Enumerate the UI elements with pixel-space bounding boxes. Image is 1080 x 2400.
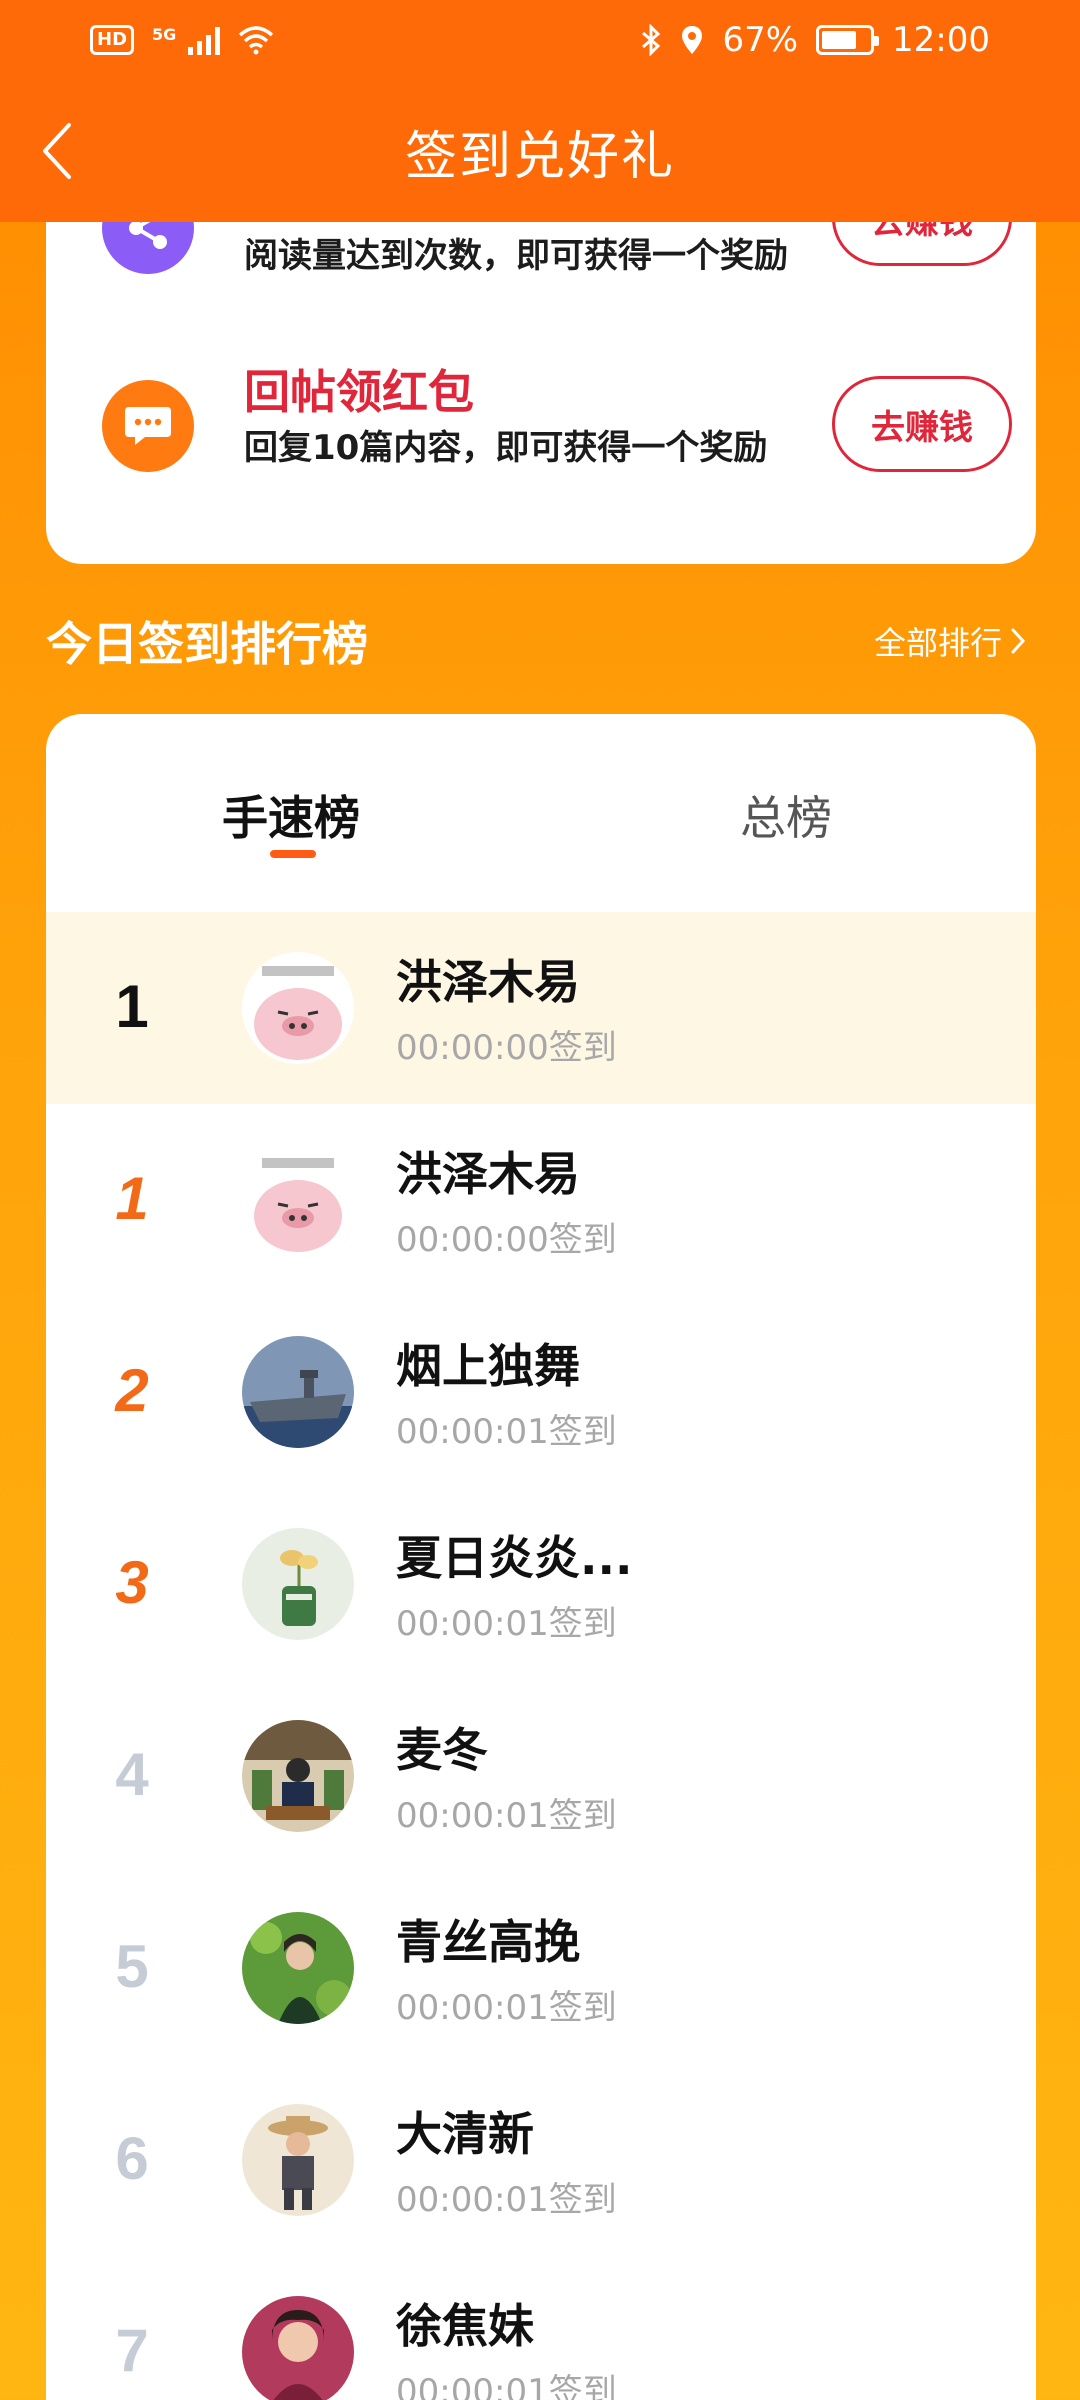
signal-icon [188, 25, 221, 55]
status-left: HD 5G [90, 25, 274, 55]
task-desc: 阅读量达到次数，即可获得一个奖励 [244, 236, 788, 276]
chevron-left-icon [43, 123, 71, 179]
tab-total[interactable]: 总榜 [740, 782, 832, 848]
rank-row[interactable]: 6 大清新 00:00:01签到 [46, 2064, 1036, 2256]
clock: 12:00 [892, 20, 990, 60]
rank-number: 1 [115, 973, 149, 1040]
checkin-time: 00:00:01签到 [396, 2180, 617, 2220]
chat-icon [102, 380, 194, 472]
task-item-reply: 回帖领红包 回复10篇内容，即可获得一个奖励 去赚钱 [46, 330, 1036, 510]
rank-row[interactable]: 3 夏日炎炎... 00:00:01签到 [46, 1488, 1036, 1680]
rank-number: 3 [86, 1548, 178, 1617]
checkin-time: 00:00:01签到 [396, 1796, 617, 1836]
user-name: 洪泽木易 [396, 955, 580, 1009]
rank-row[interactable]: 2 烟上独舞 00:00:01签到 [46, 1296, 1036, 1488]
rank-number: 2 [86, 1356, 178, 1425]
task-desc: 回复10篇内容，即可获得一个奖励 [244, 428, 768, 468]
ranking-card: 手速榜 总榜 1 洪泽木易 00:00:00签到 1 洪泽木易 00:00:00… [46, 714, 1036, 2400]
checkin-time: 00:00:01签到 [396, 2372, 617, 2400]
section-title: 今日签到排行榜 [46, 617, 368, 671]
page-title: 签到兑好礼 [404, 126, 675, 187]
plant-avatar [242, 1528, 354, 1640]
user-name: 徐焦妹 [396, 2299, 534, 2353]
checkin-time: 00:00:00签到 [396, 1220, 617, 1260]
back-button[interactable] [22, 116, 92, 186]
earn-button[interactable]: 去赚钱 [832, 376, 1012, 472]
task-title: 回帖领红包 [244, 365, 474, 419]
rank-number: 1 [86, 1164, 178, 1233]
chevron-right-icon [1011, 628, 1026, 654]
user-name: 青丝高挽 [396, 1915, 580, 1969]
wifi-icon [239, 26, 274, 55]
rank-row[interactable]: 1 洪泽木易 00:00:00签到 [46, 1104, 1036, 1296]
bluetooth-icon [642, 24, 661, 56]
checkin-time: 00:00:01签到 [396, 1604, 617, 1644]
battery-percent: 67% [722, 20, 799, 60]
user-name: 夏日炎炎... [396, 1531, 633, 1585]
man-hat-avatar [242, 2104, 354, 2216]
page-header: 签到兑好礼 [0, 80, 1080, 222]
user-name: 烟上独舞 [396, 1339, 580, 1393]
pig-meme-avatar [242, 1144, 354, 1256]
aircraft-carrier-avatar [242, 1336, 354, 1448]
checkin-time: 00:00:00签到 [396, 1028, 617, 1068]
woman-portrait-avatar [242, 2296, 354, 2400]
battery-icon [816, 25, 880, 55]
user-name: 大清新 [396, 2107, 534, 2161]
rank-row[interactable]: 5 青丝高挽 00:00:01签到 [46, 1872, 1036, 2064]
status-bar: HD 5G 67% 12:00 [0, 0, 1080, 80]
active-tab-indicator [270, 850, 316, 858]
rank-number: 5 [115, 1933, 149, 2000]
rank-row[interactable]: 4 麦冬 00:00:01签到 [46, 1680, 1036, 1872]
my-rank-row[interactable]: 1 洪泽木易 00:00:00签到 [46, 912, 1036, 1104]
user-name: 麦冬 [396, 1723, 488, 1777]
network-type: 5G [152, 25, 177, 44]
rank-number: 7 [115, 2317, 149, 2384]
tab-speed[interactable]: 手速榜 [222, 782, 360, 848]
hd-icon: HD [90, 25, 135, 55]
status-right: 67% 12:00 [640, 20, 990, 60]
location-icon [682, 26, 703, 54]
checkin-time: 00:00:01签到 [396, 1988, 617, 2028]
see-all-label: 全部排行 [873, 624, 1002, 662]
rank-row[interactable]: 7 徐焦妹 00:00:01签到 [46, 2256, 1036, 2400]
rank-number: 4 [115, 1741, 149, 1808]
pig-meme-avatar [242, 952, 354, 1064]
rank-number: 6 [115, 2125, 149, 2192]
see-all-ranking-link[interactable]: 全部排行 [874, 618, 1026, 664]
user-name: 洪泽木易 [396, 1147, 580, 1201]
person-room-avatar [242, 1720, 354, 1832]
woman-greenery-avatar [242, 1912, 354, 2024]
checkin-time: 00:00:01签到 [396, 1412, 617, 1452]
